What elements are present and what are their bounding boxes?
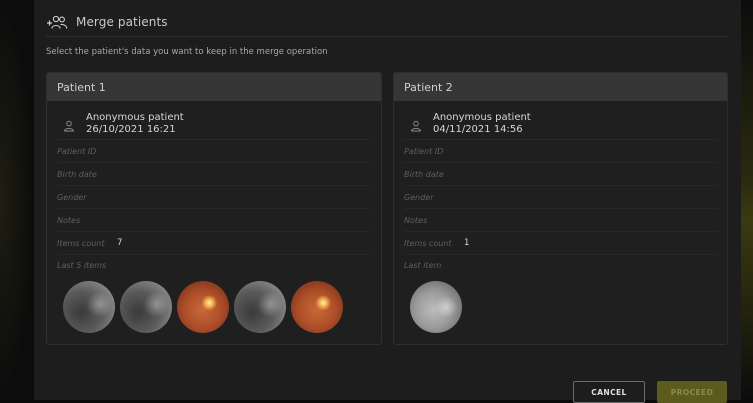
notes-label: Notes [404,216,428,225]
notes-label: Notes [57,216,81,225]
retina-thumbnail[interactable] [120,281,172,333]
notes-field[interactable]: Notes [404,209,717,232]
last-items-label: Last 5 items [57,261,107,270]
patient-2-header[interactable]: Patient 2 [394,73,727,101]
patient-id-field[interactable]: Patient ID [57,140,371,163]
gender-label: Gender [57,193,87,202]
backdrop-left [0,0,34,400]
patient-id-field[interactable]: Patient ID [404,140,717,163]
patient-2-summary: Anonymous patient 04/11/2021 14:56 [404,101,717,140]
person-icon [410,117,422,132]
birth-date-label: Birth date [404,170,444,179]
patient-date: 26/10/2021 16:21 [86,124,176,135]
retina-thumbnail[interactable] [410,281,462,333]
patient-1-panel[interactable]: Patient 1 Anonymous patient 26/10/2021 1… [46,72,382,345]
gender-field[interactable]: Gender [57,186,371,209]
gender-label: Gender [404,193,434,202]
merge-instruction: Select the patient's data you want to ke… [46,47,328,57]
retina-thumbnail[interactable] [291,281,343,333]
dialog-header: Merge patients [46,8,729,37]
patient-id-label: Patient ID [57,147,97,156]
items-count-value: 1 [464,238,470,248]
retina-thumbnail[interactable] [234,281,286,333]
items-count-field: Items count 7 [57,232,371,255]
last-items-label: Last item [404,261,442,270]
items-count-label: Items count [404,239,452,248]
patient-date: 04/11/2021 14:56 [433,124,523,135]
birth-date-label: Birth date [57,170,97,179]
items-count-value: 7 [117,238,123,248]
gender-field[interactable]: Gender [404,186,717,209]
patient-1-header[interactable]: Patient 1 [47,73,381,101]
person-icon [63,117,75,132]
notes-field[interactable]: Notes [57,209,371,232]
patient-name: Anonymous patient [86,112,184,123]
patient-name: Anonymous patient [433,112,531,123]
items-count-field: Items count 1 [404,232,717,255]
patient-2-panel[interactable]: Patient 2 Anonymous patient 04/11/2021 1… [393,72,728,345]
dialog-title: Merge patients [76,15,168,29]
patient-1-summary: Anonymous patient 26/10/2021 16:21 [57,101,371,140]
merge-patients-dialog: Merge patients Select the patient's data… [34,0,741,403]
items-count-label: Items count [57,239,105,248]
birth-date-field[interactable]: Birth date [57,163,371,186]
birth-date-field[interactable]: Birth date [404,163,717,186]
retina-thumbnail[interactable] [177,281,229,333]
merge-people-icon [46,14,68,30]
patient-id-label: Patient ID [404,147,444,156]
retina-thumbnail[interactable] [63,281,115,333]
backdrop-right [741,0,753,400]
